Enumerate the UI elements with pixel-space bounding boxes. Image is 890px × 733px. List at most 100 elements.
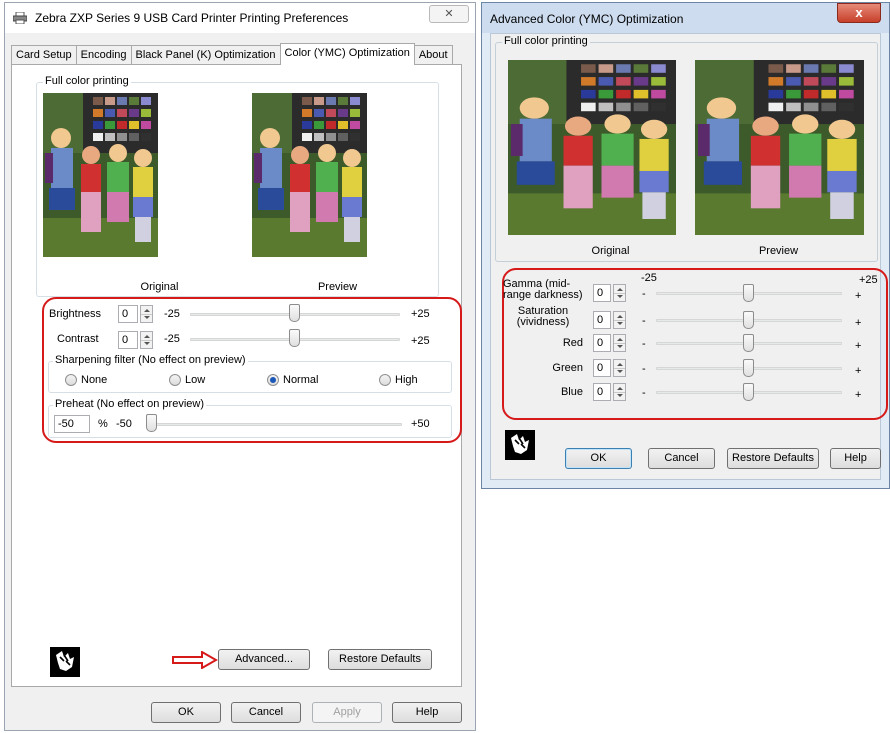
preheat-label: Preheat (No effect on preview) (53, 398, 206, 410)
contrast-max: +25 (411, 335, 430, 347)
tab-black-panel[interactable]: Black Panel (K) Optimization (130, 45, 281, 64)
slider-minus: - (642, 387, 646, 399)
preheat-group: Preheat (No effect on preview) (48, 398, 452, 438)
contrast-slider-thumb[interactable] (289, 329, 300, 347)
slider-minus: - (642, 338, 646, 350)
window-title: Zebra ZXP Series 9 USB Card Printer Prin… (35, 11, 349, 25)
brightness-max: +25 (411, 308, 430, 320)
preheat-input[interactable]: -50 (54, 415, 90, 433)
tab-strip: Card Setup Encoding Black Panel (K) Opti… (11, 43, 453, 65)
close-icon: ✕ (444, 8, 454, 20)
slider-spinner[interactable] (613, 359, 626, 377)
zebra-logo-icon (50, 647, 80, 677)
tab-about[interactable]: About (413, 45, 453, 64)
slider-thumb[interactable] (743, 383, 754, 401)
slider-spinner[interactable] (613, 284, 626, 302)
group-label: Full color printing (43, 75, 131, 87)
original-image (43, 93, 158, 257)
printing-preferences-window: Zebra ZXP Series 9 USB Card Printer Prin… (4, 2, 476, 731)
range-max-label: +25 (859, 274, 878, 286)
sharpening-group: Sharpening filter (No effect on preview) (48, 354, 452, 393)
radio-normal-label[interactable]: Normal (283, 374, 318, 386)
red-arrow-icon (172, 650, 219, 672)
contrast-input[interactable]: 0 (118, 331, 138, 349)
radio-none[interactable] (65, 374, 77, 386)
preheat-slider-track[interactable] (146, 423, 402, 426)
radio-high-label[interactable]: High (395, 374, 418, 386)
radio-low-label[interactable]: Low (185, 374, 205, 386)
advanced-color-window: Advanced Color (YMC) Optimization x Full… (481, 2, 890, 489)
preheat-min: -50 (116, 418, 132, 430)
brightness-slider-thumb[interactable] (289, 304, 300, 322)
preview-caption: Preview (317, 281, 358, 293)
radio-high[interactable] (379, 374, 391, 386)
slider-plus: + (855, 340, 862, 352)
sharpening-label: Sharpening filter (No effect on preview) (53, 354, 248, 366)
preheat-slider-thumb[interactable] (146, 414, 157, 432)
advanced-button[interactable]: Advanced... (218, 649, 310, 670)
restore-defaults-button[interactable]: Restore Defaults (727, 448, 819, 469)
close-button[interactable]: ✕ (429, 5, 469, 23)
ok-button[interactable]: OK (151, 702, 221, 723)
radio-normal[interactable] (267, 374, 279, 386)
contrast-spinner[interactable] (140, 331, 153, 349)
slider-thumb[interactable] (743, 284, 754, 302)
slider-label: Blue (560, 386, 583, 398)
contrast-min: -25 (164, 333, 180, 345)
help-button[interactable]: Help (830, 448, 881, 469)
preheat-max: +50 (411, 418, 430, 430)
slider-minus: - (642, 288, 646, 300)
slider-spinner[interactable] (613, 383, 626, 401)
close-button[interactable]: x (837, 3, 881, 23)
slider-thumb[interactable] (743, 359, 754, 377)
slider-thumb[interactable] (743, 311, 754, 329)
cancel-button[interactable]: Cancel (231, 702, 301, 723)
slider-minus: - (642, 315, 646, 327)
preview-image (695, 60, 864, 235)
slider-value-input[interactable]: 0 (593, 284, 611, 302)
brightness-spinner[interactable] (140, 305, 153, 323)
title-bar[interactable]: Zebra ZXP Series 9 USB Card Printer Prin… (5, 3, 475, 33)
slider-label: Green (552, 362, 583, 374)
slider-thumb[interactable] (743, 334, 754, 352)
slider-value-input[interactable]: 0 (593, 311, 611, 329)
slider-value-input[interactable]: 0 (593, 383, 611, 401)
brightness-input[interactable]: 0 (118, 305, 138, 323)
slider-value-input[interactable]: 0 (593, 334, 611, 352)
slider-label: Saturation (vividness) (516, 305, 570, 328)
preview-caption: Preview (758, 245, 799, 257)
radio-low[interactable] (169, 374, 181, 386)
slider-plus: + (855, 389, 862, 401)
tab-encoding[interactable]: Encoding (75, 45, 132, 64)
help-button[interactable]: Help (392, 702, 462, 723)
group-label: Full color printing (502, 35, 590, 47)
printer-icon (12, 11, 28, 25)
restore-defaults-button[interactable]: Restore Defaults (328, 649, 432, 670)
color-optimization-panel: Full color printing Original Preview Bri… (11, 64, 462, 687)
window-title: Advanced Color (YMC) Optimization (490, 12, 684, 26)
title-bar[interactable]: Advanced Color (YMC) Optimization x (482, 3, 889, 33)
slider-label: Red (562, 337, 583, 349)
cancel-button[interactable]: Cancel (648, 448, 715, 469)
tab-color-optimization[interactable]: Color (YMC) Optimization (279, 43, 415, 65)
slider-spinner[interactable] (613, 311, 626, 329)
tab-card-setup[interactable]: Card Setup (11, 45, 77, 64)
ok-button[interactable]: OK (565, 448, 632, 469)
contrast-label: Contrast (57, 333, 99, 345)
slider-spinner[interactable] (613, 334, 626, 352)
zebra-logo-icon (505, 430, 535, 460)
slider-plus: + (855, 365, 862, 377)
slider-value-input[interactable]: 0 (593, 359, 611, 377)
apply-button[interactable]: Apply (312, 702, 382, 723)
slider-minus: - (642, 363, 646, 375)
slider-plus: + (855, 290, 862, 302)
range-min-label: -25 (641, 272, 657, 284)
brightness-min: -25 (164, 308, 180, 320)
preheat-unit: % (98, 418, 108, 430)
brightness-label: Brightness (49, 308, 101, 320)
original-caption: Original (140, 281, 179, 293)
preview-image (252, 93, 367, 257)
radio-none-label[interactable]: None (81, 374, 107, 386)
original-image (508, 60, 676, 235)
close-icon: x (855, 5, 863, 20)
